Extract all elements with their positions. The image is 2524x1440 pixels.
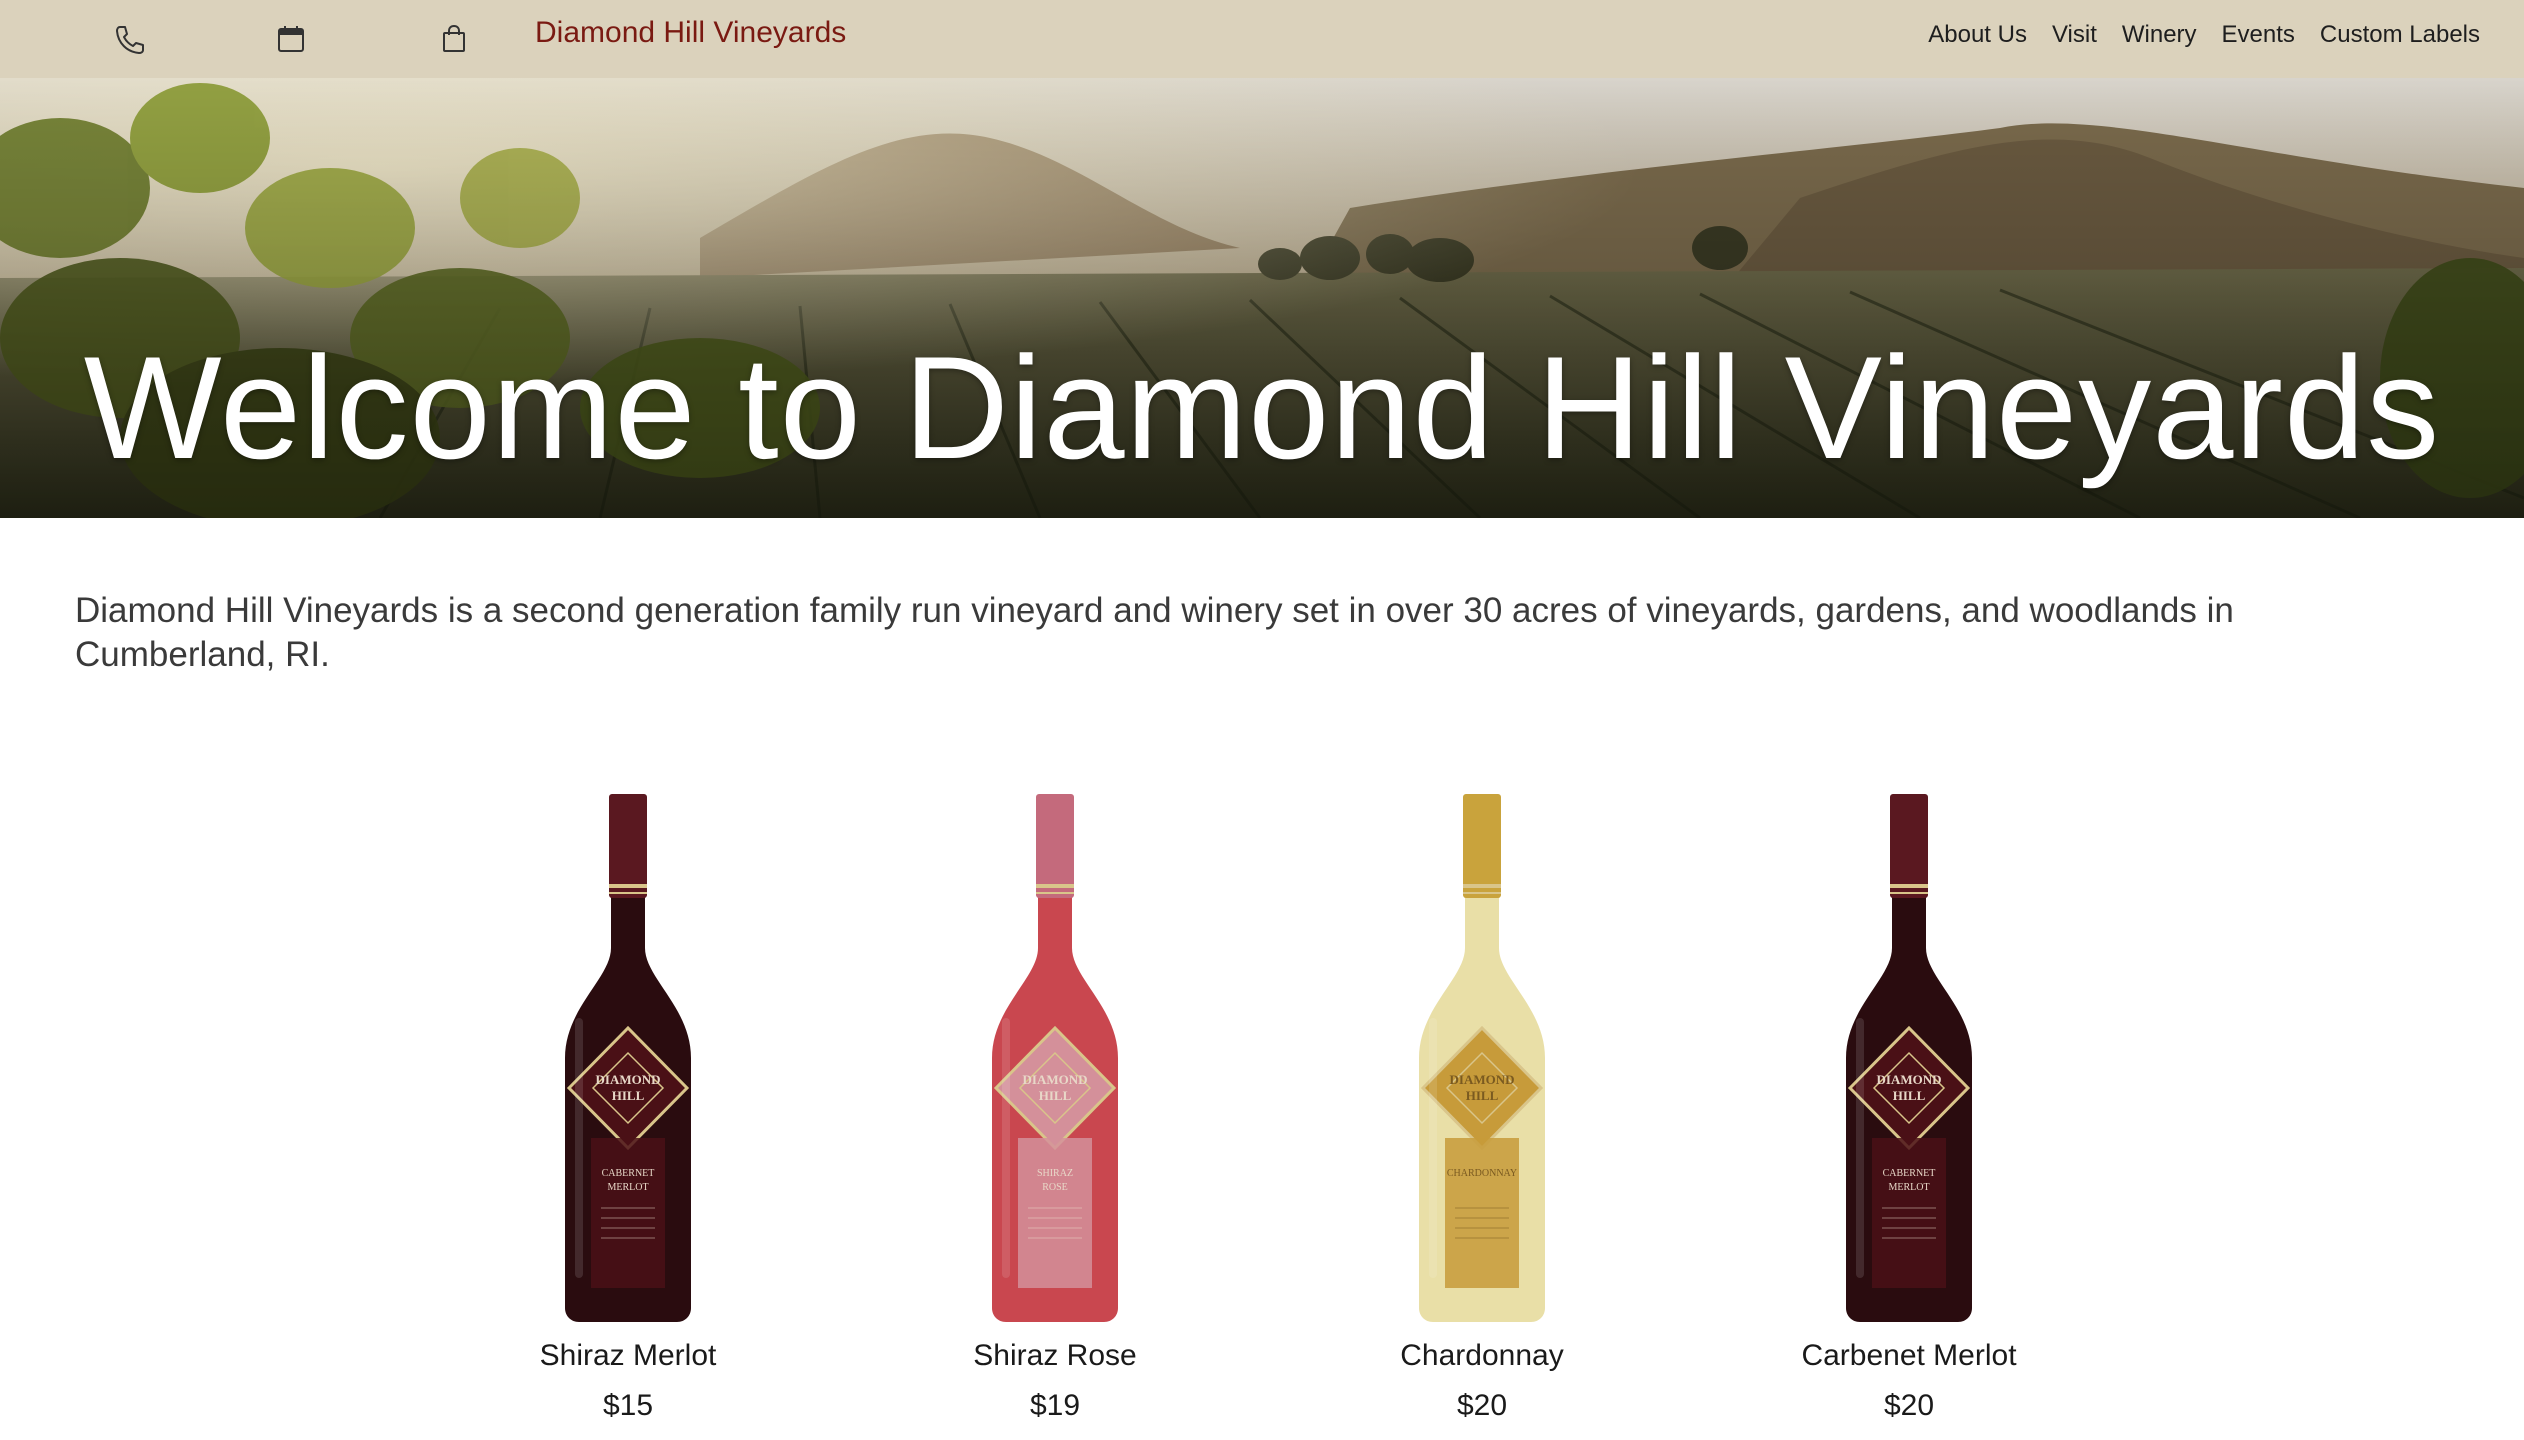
svg-text:MERLOT: MERLOT: [607, 1182, 648, 1193]
svg-text:DIAMOND: DIAMOND: [596, 1072, 661, 1087]
calendar-icon[interactable]: [270, 18, 312, 60]
product-card[interactable]: DIAMOND HILL CABERNET MERLOT Carbenet Merlo…: [1759, 788, 2059, 1426]
product-price: $20: [1883, 1389, 1935, 1422]
svg-text:HILL: HILL: [1893, 1088, 1926, 1103]
svg-text:CABERNET: CABERNET: [1883, 1168, 1936, 1179]
shopping-bag-icon[interactable]: [433, 18, 475, 60]
product-price: $20: [1456, 1389, 1508, 1422]
brand-link[interactable]: Diamond Hill Vineyards: [535, 13, 846, 53]
svg-text:SHIRAZ: SHIRAZ: [1037, 1168, 1073, 1179]
svg-text:DIAMOND: DIAMOND: [1023, 1072, 1088, 1087]
svg-text:ROSE: ROSE: [1042, 1182, 1068, 1193]
intro-text: Diamond Hill Vineyards is a second gener…: [75, 591, 2234, 674]
main-nav: About Us Visit Winery Events Custom Labe…: [1928, 18, 2480, 52]
wine-bottle-image: DIAMONDHILL CHARDONNAY: [1419, 794, 1545, 1322]
svg-text:CHARDONNAY: CHARDONNAY: [1447, 1168, 1517, 1179]
svg-text:HILL: HILL: [1039, 1088, 1072, 1103]
product-name: Carbenet Merlot: [1801, 1339, 2017, 1372]
svg-text:HILL: HILL: [612, 1088, 645, 1103]
hero-banner: Welcome to Diamond Hill Vineyards: [0, 78, 2524, 518]
hero-title: Welcome to Diamond Hill Vineyards: [83, 326, 2441, 489]
svg-text:DIAMOND: DIAMOND: [1877, 1072, 1942, 1087]
svg-text:DIAMOND: DIAMOND: [1450, 1072, 1515, 1087]
nav-winery[interactable]: Winery: [2122, 18, 2197, 52]
product-name: Shiraz Rose: [973, 1339, 1137, 1372]
wine-bottle-image: DIAMONDHILL SHIRAZ ROSE: [992, 794, 1118, 1322]
product-card[interactable]: DIAMOND HILL CHARDONNAY Chardonnay $20: [1332, 788, 1632, 1426]
svg-text:MERLOT: MERLOT: [1888, 1182, 1929, 1193]
nav-custom-labels[interactable]: Custom Labels: [2320, 18, 2480, 52]
product-name: Shiraz Merlot: [539, 1339, 717, 1372]
product-name: Chardonnay: [1400, 1339, 1564, 1372]
nav-visit[interactable]: Visit: [2052, 18, 2097, 52]
svg-text:HILL: HILL: [1466, 1088, 1499, 1103]
phone-icon[interactable]: [107, 18, 149, 60]
nav-events[interactable]: Events: [2222, 18, 2295, 52]
svg-text:CABERNET: CABERNET: [602, 1168, 655, 1179]
product-price: $15: [602, 1389, 654, 1422]
product-card[interactable]: DIAMOND HILL SHIRAZ ROSE Shiraz Rose $19: [905, 788, 1205, 1426]
nav-about-us[interactable]: About Us: [1928, 18, 2027, 52]
wine-bottle-image: DIAMONDHILL CABERNET MERLOT: [1846, 794, 1972, 1322]
product-price: $19: [1029, 1389, 1081, 1422]
wine-bottle-image: DIAMONDHILL CABERNET MERLOT: [565, 794, 691, 1322]
top-bar: Diamond Hill Vineyards About Us Visit Wi…: [0, 0, 2524, 78]
product-card[interactable]: DIAMOND HILL CABERNET MERLOT Shiraz Merlot …: [478, 788, 778, 1426]
